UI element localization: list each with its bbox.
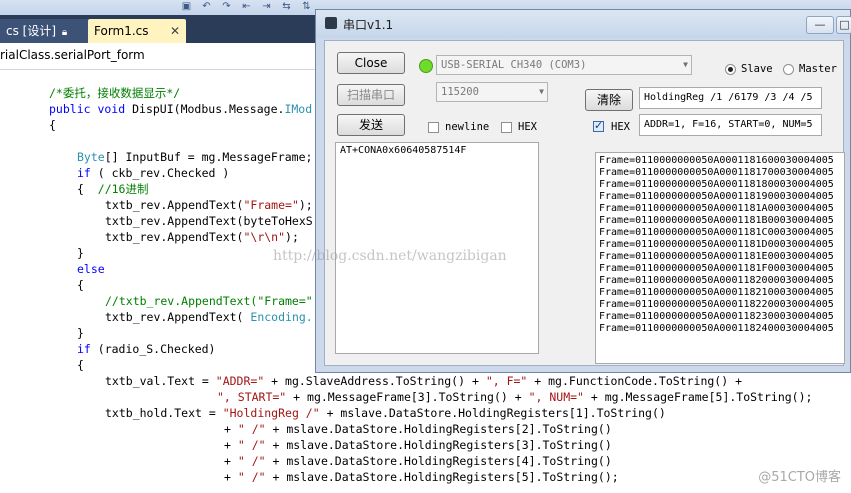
list-item: Frame=0110000000050A0001182000030004005 xyxy=(599,275,834,286)
holding-register-text: HoldingReg /1 /6179 /3 /4 /5 xyxy=(644,92,813,103)
list-item: Frame=0110000000050A0001181700030004005 xyxy=(599,167,834,178)
clear-button[interactable]: 清除 xyxy=(585,89,633,111)
list-item: Frame=0110000000050A0001182100030004005 xyxy=(599,287,834,298)
list-item: Frame=0110000000050A0001182200030004005 xyxy=(599,299,834,310)
master-radio[interactable] xyxy=(783,64,794,75)
close-port-button[interactable]: Close xyxy=(337,52,405,74)
frame-info-field[interactable]: ADDR=1, F=16, START=0, NUM=5 xyxy=(639,114,822,136)
tab-designer[interactable]: cs [设计] 🔒︎ xyxy=(0,19,88,43)
port-select[interactable]: USB-SERIAL CH340 (COM3) ▼ xyxy=(436,55,692,75)
code-line: txtb_val.Text = "ADDR=" + mg.SlaveAddres… xyxy=(105,374,742,388)
maximize-button[interactable]: □ xyxy=(836,16,851,34)
toolbar-icon[interactable]: ↶ xyxy=(200,1,213,13)
toolbar-icon[interactable]: ⇆ xyxy=(280,1,293,13)
newline-label: newline xyxy=(445,121,490,133)
slave-radio[interactable] xyxy=(725,64,736,75)
toolbar-icon[interactable]: ↷ xyxy=(220,1,233,13)
toolbar-icon[interactable]: ▣ xyxy=(180,1,193,13)
list-item: Frame=0110000000050A0001181D00030004005 xyxy=(599,239,834,250)
code-line: //txtb_rev.AppendText("Frame=" xyxy=(105,294,313,308)
port-select-value: USB-SERIAL CH340 (COM3) xyxy=(441,59,587,71)
window-client-area: Close 扫描串口 发送 USB-SERIAL CH340 (COM3) ▼ … xyxy=(324,40,845,366)
list-item: Frame=0110000000050A0001182400030004005 xyxy=(599,323,834,334)
minimize-button[interactable]: — xyxy=(806,16,834,34)
code-line: { xyxy=(49,118,56,132)
list-item: Frame=0110000000050A0001181B00030004005 xyxy=(599,215,834,226)
code-line: Byte[] InputBuf = mg.MessageFrame; xyxy=(77,150,313,164)
frame-info-text: ADDR=1, F=16, START=0, NUM=5 xyxy=(644,119,813,130)
code-line: /*委托，接收数据显示*/ xyxy=(49,86,181,100)
code-line: public void DispUI(Modbus.Message.IMod xyxy=(49,102,313,116)
list-item: Frame=0110000000050A0001182300030004005 xyxy=(599,311,834,322)
holding-register-field[interactable]: HoldingReg /1 /6179 /3 /4 /5 xyxy=(639,87,822,109)
hex-receive-checkbox[interactable] xyxy=(593,119,604,132)
toolbar-icon[interactable]: ⇥ xyxy=(260,1,273,13)
close-icon[interactable]: ✕ xyxy=(170,19,180,43)
code-line: txtb_hold.Text = "HoldingReg /" + mslave… xyxy=(105,406,666,420)
serial-app-window: 串口v1.1 — □ Close 扫描串口 发送 USB-SERIAL CH34… xyxy=(315,9,851,373)
list-item: Frame=0110000000050A0001181A00030004005 xyxy=(599,203,834,214)
list-item: Frame=0110000000050A0001181C00030004005 xyxy=(599,227,834,238)
code-line: txtb_rev.AppendText("\r\n"); xyxy=(105,230,299,244)
connection-status-led xyxy=(419,59,433,73)
code-line: + " /" + mslave.DataStore.HoldingRegiste… xyxy=(224,454,612,468)
code-line: + " /" + mslave.DataStore.HoldingRegiste… xyxy=(224,438,612,452)
code-line: { //16进制 xyxy=(77,182,149,196)
slave-label: Slave xyxy=(741,63,773,75)
receive-textarea[interactable]: Frame=0110000000050A0001181600030004005 … xyxy=(595,152,845,364)
code-line: if (radio_S.Checked) xyxy=(77,342,216,356)
chevron-down-icon: ▼ xyxy=(539,87,544,96)
code-line: txtb_rev.AppendText(byteToHexS xyxy=(105,214,313,228)
chevron-down-icon: ▼ xyxy=(683,60,688,69)
list-item: Frame=0110000000050A0001181E00030004005 xyxy=(599,251,834,262)
code-line: + " /" + mslave.DataStore.HoldingRegiste… xyxy=(224,470,619,484)
send-button[interactable]: 发送 xyxy=(337,114,405,136)
code-line: if ( ckb_rev.Checked ) xyxy=(77,166,230,180)
code-line: { xyxy=(77,278,84,292)
code-line: { xyxy=(77,358,84,372)
window-title: 串口v1.1 xyxy=(343,18,394,32)
master-label: Master xyxy=(799,63,837,75)
code-line: else xyxy=(77,262,105,276)
list-item: Frame=0110000000050A0001181900030004005 xyxy=(599,191,834,202)
tab-designer-label: cs [设计] xyxy=(6,24,57,38)
class-dropdown[interactable]: rialClass.serialPort_form xyxy=(0,48,145,62)
toolbar-icon[interactable]: ⇤ xyxy=(240,1,253,13)
hex-receive-label: HEX xyxy=(611,121,630,133)
hex-send-label: HEX xyxy=(518,121,537,133)
app-icon xyxy=(325,17,337,29)
code-line: } xyxy=(77,326,84,340)
lock-icon: 🔒︎ xyxy=(61,27,68,38)
send-text: AT+CONA0x60640587514F xyxy=(340,145,467,156)
tab-form1-label: Form1.cs xyxy=(94,24,149,38)
code-line: } xyxy=(77,246,84,260)
toolbar-icon[interactable]: ⇅ xyxy=(300,1,313,13)
list-item: Frame=0110000000050A0001181F00030004005 xyxy=(599,263,834,274)
tab-form1-cs[interactable]: Form1.cs ✕ xyxy=(88,19,186,43)
blog-watermark: http://blog.csdn.net/wangzibigan xyxy=(273,248,507,264)
newline-checkbox[interactable] xyxy=(428,122,439,133)
code-line: + " /" + mslave.DataStore.HoldingRegiste… xyxy=(224,422,612,436)
hex-send-checkbox[interactable] xyxy=(501,122,512,133)
code-line: txtb_rev.AppendText("Frame="); xyxy=(105,198,313,212)
list-item: Frame=0110000000050A0001181800030004005 xyxy=(599,179,834,190)
code-line: txtb_rev.AppendText( Encoding. xyxy=(105,310,313,324)
window-titlebar[interactable]: 串口v1.1 — □ xyxy=(316,10,851,38)
site-watermark: @51CTO博客 xyxy=(758,470,841,485)
scan-port-button[interactable]: 扫描串口 xyxy=(337,84,405,106)
list-item: Frame=0110000000050A0001181600030004005 xyxy=(599,155,834,166)
baud-select-value: 115200 xyxy=(441,86,479,98)
code-line: ", START=" + mg.MessageFrame[3].ToString… xyxy=(217,390,813,404)
baud-select[interactable]: 115200 ▼ xyxy=(436,82,548,102)
